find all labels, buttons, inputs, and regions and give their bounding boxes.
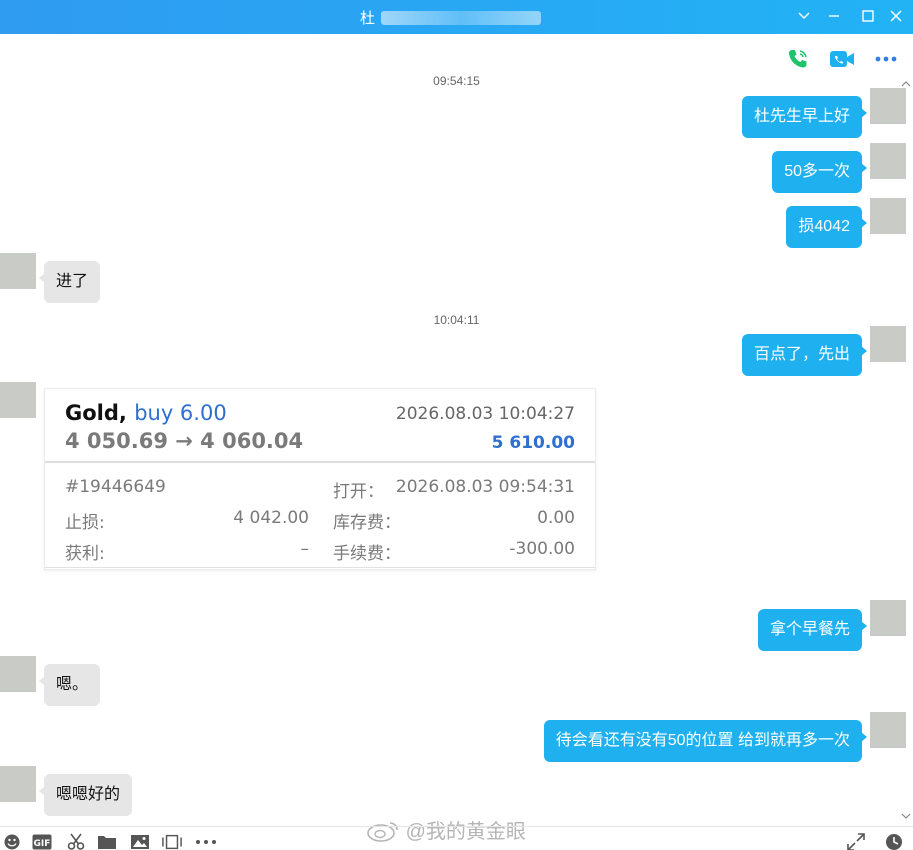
trade-side: buy 6.00 [134, 401, 227, 425]
close-icon [890, 10, 902, 22]
card-divider [45, 461, 595, 463]
commission-value: -300.00 [509, 539, 575, 559]
swap-label: 库存费： [333, 513, 401, 533]
open-label: 打开： [333, 482, 384, 502]
message-bubble-contact[interactable]: 嗯。 [38, 664, 101, 706]
window-title-text: 杜 [360, 10, 376, 27]
avatar-contact[interactable] [0, 253, 36, 289]
image-icon [131, 835, 149, 849]
message-history-button[interactable] [884, 833, 904, 850]
timestamp: 09:54:15 [433, 74, 480, 88]
history-icon [886, 834, 902, 850]
close-button[interactable] [884, 5, 908, 27]
video-call-button[interactable] [829, 46, 855, 72]
order-id: #19446649 [65, 477, 166, 497]
avatar-self[interactable] [870, 88, 906, 124]
swap-value: 0.00 [537, 508, 575, 528]
message-bubble-self[interactable]: 50多一次 [772, 151, 867, 193]
voice-call-button[interactable] [785, 46, 811, 72]
avatar-self[interactable] [870, 143, 906, 179]
price-move: 4 050.69 → 4 060.04 [65, 429, 304, 453]
timestamp: 10:04:11 [433, 313, 480, 327]
screen-record-button[interactable] [162, 833, 182, 850]
stop-loss-label: 止损: [65, 513, 105, 533]
video-icon [830, 51, 854, 67]
card-divider [45, 567, 595, 568]
avatar-self[interactable] [870, 712, 906, 748]
message-bubble-self[interactable]: 杜先生早上好 [741, 96, 868, 138]
message-list[interactable]: 09:54:15 杜先生早上好 50多一次 损4042 进了 10:04:11 … [0, 74, 913, 824]
dropdown-button[interactable] [792, 5, 816, 27]
minimize-button[interactable] [822, 5, 846, 27]
phone-icon [789, 50, 807, 68]
scissors-icon [67, 833, 85, 850]
message-bubble-self[interactable]: 待会看还有没有50的位置 给到就再多一次 [543, 720, 868, 762]
file-button[interactable] [97, 833, 117, 850]
minimize-icon [829, 15, 839, 17]
svg-text:GIF: GIF [34, 839, 51, 849]
chat-actions [785, 46, 899, 72]
symbol-text: Gold, [65, 401, 127, 425]
commission-label: 手续费： [333, 544, 401, 564]
maximize-icon [862, 10, 874, 22]
gif-button[interactable]: GIF [32, 833, 52, 850]
avatar-self[interactable] [870, 198, 906, 234]
avatar-contact[interactable] [0, 382, 36, 418]
gif-icon: GIF [32, 834, 52, 850]
trade-screenshot-card[interactable]: Gold, buy 6.00 2026.08.03 10:04:27 4 050… [44, 388, 596, 570]
title-bar: 杜 [0, 0, 913, 34]
open-time: 2026.08.03 09:54:31 [395, 477, 575, 497]
screenshot-button[interactable] [66, 833, 86, 850]
take-profit-value: – [300, 539, 310, 559]
more-options-button[interactable] [873, 46, 899, 72]
message-bubble-contact[interactable]: 进了 [38, 261, 101, 303]
message-bubble-contact[interactable]: 嗯嗯好的 [38, 774, 133, 816]
message-bubble-self[interactable]: 拿个早餐先 [757, 609, 868, 651]
expand-input-button[interactable] [846, 833, 866, 850]
avatar-contact[interactable] [0, 766, 36, 802]
maximize-button[interactable] [856, 5, 880, 27]
folder-icon [98, 836, 116, 849]
scroll-down-icon[interactable] [901, 812, 911, 820]
toolbar-more-button[interactable] [194, 833, 218, 850]
emoji-button[interactable] [2, 833, 22, 850]
avatar-self[interactable] [870, 600, 906, 636]
message-bubble-self[interactable]: 损4042 [786, 206, 867, 248]
expand-icon [847, 833, 865, 850]
window-title: 杜 [360, 7, 542, 28]
scroll-up-icon[interactable] [901, 80, 911, 88]
avatar-contact[interactable] [0, 656, 36, 692]
emoji-icon [4, 834, 20, 850]
trade-symbol: Gold, buy 6.00 [65, 401, 227, 425]
image-button[interactable] [130, 833, 150, 850]
close-time: 2026.08.03 10:04:27 [395, 404, 575, 424]
trade-profit: 5 610.00 [491, 433, 575, 453]
message-bubble-self[interactable]: 百点了，先出 [741, 334, 868, 376]
screen-record-icon [162, 834, 182, 850]
take-profit-label: 获利: [65, 544, 105, 564]
chevron-down-icon [798, 12, 810, 19]
avatar-self[interactable] [870, 326, 906, 362]
more-icon [196, 840, 216, 844]
stop-loss-value: 4 042.00 [233, 508, 309, 528]
input-toolbar: GIF [0, 826, 913, 850]
more-icon [875, 56, 897, 62]
blurred-name [381, 11, 542, 25]
